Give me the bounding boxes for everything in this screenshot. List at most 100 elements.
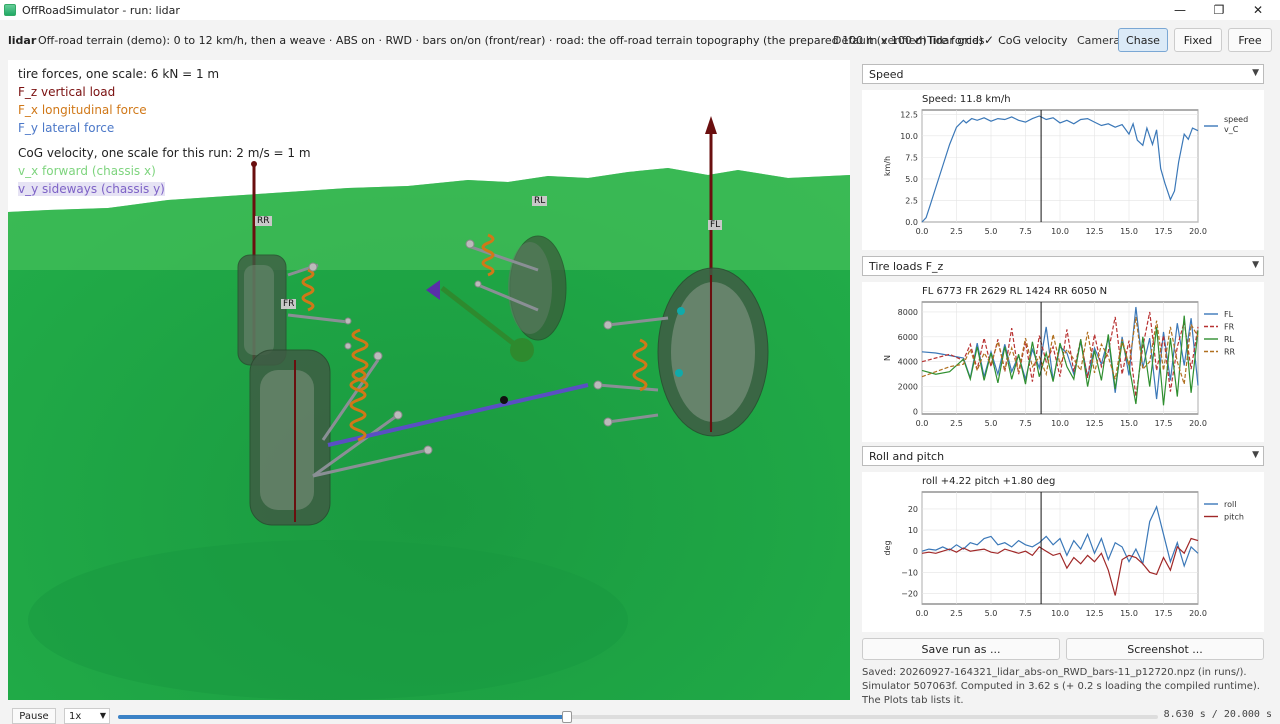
x-tick-label: 20.0 (1189, 419, 1207, 428)
x-tick-label: 10.0 (1051, 609, 1069, 618)
x-tick-label: 10.0 (1051, 419, 1069, 428)
x-tick-label: 12.5 (1086, 609, 1104, 618)
legend-label: speed (1224, 115, 1248, 124)
camera-chase-button[interactable]: Chase (1118, 28, 1168, 52)
x-tick-label: 7.5 (1019, 227, 1032, 236)
run-label: lidar (8, 33, 37, 47)
rr-wheel (237, 254, 287, 366)
plot1-dropdown[interactable]: Speed ▼ (862, 64, 1264, 84)
x-tick-label: 0.0 (916, 609, 929, 618)
plot2-dropdown-value: Tire loads F_z (869, 259, 944, 273)
y-tick-label: 8000 (898, 308, 918, 317)
legend-label: FL (1224, 310, 1234, 319)
timeline-slider[interactable] (118, 711, 1158, 723)
x-tick-label: 5.0 (985, 419, 998, 428)
close-button[interactable]: ✕ (1238, 0, 1278, 20)
x-tick-label: 10.0 (1051, 227, 1069, 236)
y-tick-label: 2.5 (905, 196, 918, 205)
chevron-down-icon: ▼ (1252, 260, 1259, 270)
legend-label: RR (1224, 348, 1236, 357)
x-tick-label: 15.0 (1120, 227, 1138, 236)
x-tick-label: 17.5 (1155, 609, 1173, 618)
y-tick-label: 20 (908, 505, 918, 514)
camera-fixed-button[interactable]: Fixed (1174, 28, 1222, 52)
playback-bar: Pause 1x ▼ 8.630 s / 20.000 s (0, 706, 1280, 724)
x-tick-label: 2.5 (950, 227, 963, 236)
maximize-button[interactable]: ❐ (1199, 0, 1239, 20)
y-tick-label: −20 (901, 589, 918, 598)
x-tick-label: 5.0 (985, 609, 998, 618)
cog-velocity-checkbox[interactable]: ✓ CoG velocity (984, 33, 1067, 47)
legend-fz: F_z vertical load (18, 85, 116, 99)
app-icon (4, 4, 16, 16)
legend-cog-scale: CoG velocity, one scale for this run: 2 … (18, 146, 311, 160)
legend-label: FR (1224, 323, 1235, 332)
legend-fy: F_y lateral force (18, 121, 115, 135)
checkmark-icon: ✓ (984, 33, 995, 47)
joint-fl-lower (675, 369, 683, 377)
tire-forces-checkbox[interactable]: ✓ Tire forces (913, 33, 984, 47)
fr-wheel (249, 349, 331, 526)
plot3-dropdown-value: Roll and pitch (869, 449, 945, 463)
checkmark-icon: ✓ (913, 33, 924, 47)
minimize-button[interactable]: — (1160, 0, 1200, 20)
chevron-down-icon: ▼ (99, 711, 106, 720)
roll-pitch-plot-title: roll +4.22 pitch +1.80 deg (922, 476, 1056, 487)
legend-label: pitch (1224, 513, 1244, 522)
x-tick-label: 12.5 (1086, 227, 1104, 236)
y-axis-label: km/h (883, 156, 892, 176)
plot2-dropdown[interactable]: Tire loads F_z ▼ (862, 256, 1264, 276)
toolbar: lidar Off-road terrain (demo): 0 to 12 k… (0, 28, 1280, 52)
x-tick-label: 17.5 (1155, 227, 1173, 236)
legend-vy: v_y sideways (chassis y) (18, 182, 165, 196)
wheel-label-rr: RR (255, 216, 272, 226)
y-tick-label: 7.5 (905, 153, 918, 162)
cog-point (500, 396, 508, 404)
chevron-down-icon: ▼ (1252, 450, 1259, 460)
y-tick-label: 0.0 (905, 218, 918, 227)
y-tick-label: 10 (908, 526, 918, 535)
legend-vx: v_x forward (chassis x) (18, 164, 156, 178)
plots-panel: Speed ▼ 0.0 2.5 5.0 7.5 10.0 12.5 15.0 17.5 20.0… (856, 60, 1272, 706)
x-tick-label: 2.5 (950, 609, 963, 618)
x-tick-label: 5.0 (985, 227, 998, 236)
legend-label: roll (1224, 500, 1236, 509)
screenshot-button[interactable]: Screenshot ... (1066, 638, 1264, 660)
y-axis-label: deg (883, 540, 892, 555)
chevron-down-icon: ▼ (1252, 68, 1259, 78)
save-run-button[interactable]: Save run as ... (862, 638, 1060, 660)
legend-label: RL (1224, 335, 1235, 344)
x-tick-label: 20.0 (1189, 227, 1207, 236)
tire-loads-plot-title: FL 6773 FR 2629 RL 1424 RR 6050 N (922, 286, 1108, 297)
x-tick-label: 0.0 (916, 419, 929, 428)
chart-svg: 0.0 2.5 5.0 7.5 10.0 12.5 15.0 17.5 20.0 20 10 0 −10… (883, 491, 1244, 618)
timeline-handle[interactable] (561, 711, 572, 723)
saved-status-text: Saved: 20260927-164321_lidar_abs-on_RWD_… (862, 667, 1260, 706)
playback-speed-select[interactable]: 1x ▼ (64, 708, 110, 724)
speed-plot: 0.0 2.5 5.0 7.5 10.0 12.5 15.0 17.5 20.0 12.5 10.0… (862, 90, 1264, 250)
x-tick-label: 0.0 (916, 227, 929, 236)
wheel-label-fr: FR (281, 299, 297, 309)
x-tick-label: 2.5 (950, 419, 963, 428)
title-bar: OffRoadSimulator - run: lidar — ❐ ✕ (0, 0, 1280, 20)
wheel-label-rl: RL (532, 196, 548, 206)
fl-wheel (657, 267, 769, 437)
rl-wheel (508, 235, 567, 341)
camera-free-button[interactable]: Free (1228, 28, 1272, 52)
legend-fx: F_x longitudinal force (18, 103, 147, 117)
y-tick-label: −10 (901, 568, 918, 577)
chart-svg: 0.0 2.5 5.0 7.5 10.0 12.5 15.0 17.5 20.0 8000 6000… (883, 301, 1236, 428)
pause-button[interactable]: Pause (12, 708, 56, 724)
y-tick-label: 10.0 (900, 132, 918, 141)
camera-label: Camera: (1077, 33, 1124, 47)
cog-velocity-label: CoG velocity (998, 33, 1068, 47)
x-tick-label: 20.0 (1189, 609, 1207, 618)
x-tick-label: 7.5 (1019, 609, 1032, 618)
x-tick-label: 15.0 (1120, 609, 1138, 618)
y-tick-label: 12.5 (900, 110, 918, 119)
plot3-dropdown[interactable]: Roll and pitch ▼ (862, 446, 1264, 466)
y-axis-label: N (883, 355, 892, 361)
tire-forces-label: Tire forces (927, 33, 985, 47)
time-readout: 8.630 s / 20.000 s (1163, 709, 1272, 720)
3d-viewport[interactable]: RR RL FL FR tire forces, one scale: 6 kN… (8, 60, 850, 700)
